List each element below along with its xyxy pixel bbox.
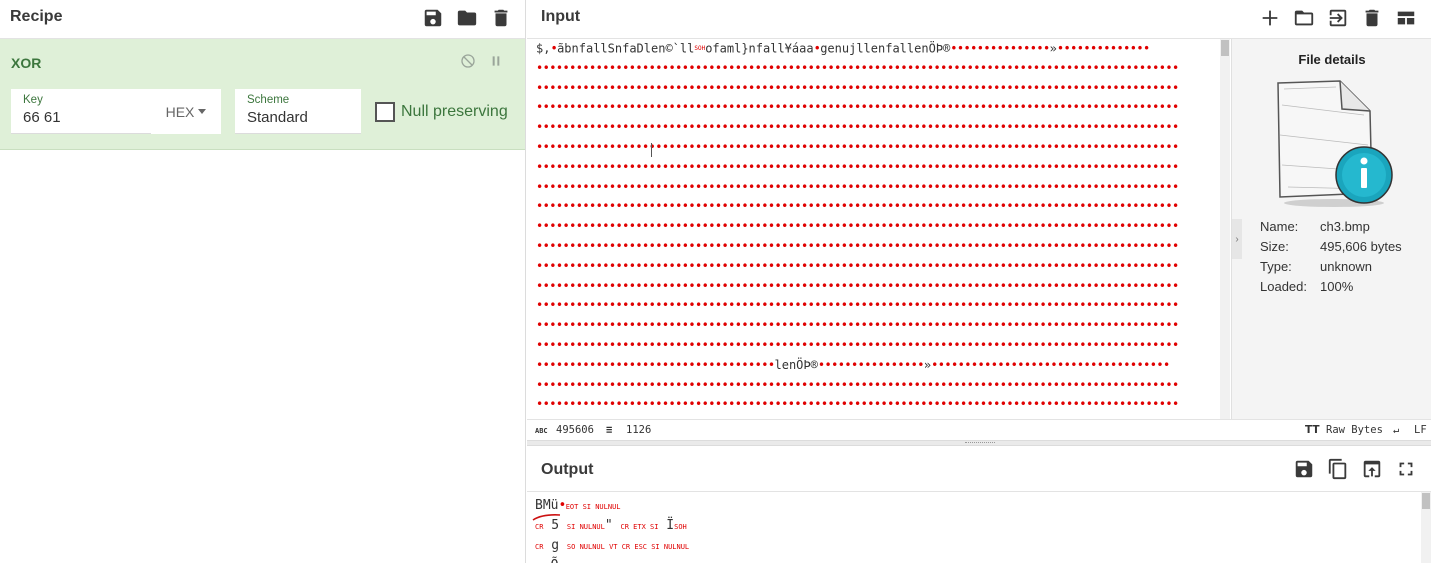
key-input[interactable]: 66 61: [23, 109, 61, 126]
key-label: Key: [23, 94, 43, 106]
file-loaded: 100%: [1320, 279, 1354, 294]
input-line: ••••••••••••••••••••••••••••••••••••••••…: [536, 318, 1179, 333]
resize-grip[interactable]: [965, 442, 995, 444]
input-line: ••••••••••••••••••••••••••••••••••••••••…: [536, 219, 1179, 234]
lines-icon: ≡: [606, 424, 613, 436]
caret-down-icon: [198, 109, 207, 114]
input-line: ••••••••••••••••••••••••••••••••••••••••…: [536, 100, 1179, 115]
input-line: ••••••••••••••••••••••••••••••••••••••••…: [536, 337, 1179, 352]
trash-icon[interactable]: [1360, 6, 1384, 30]
input-line: ••••••••••••••••••••••••••••••••••••••••…: [536, 199, 1179, 214]
input-line: $,•ãbnfallSnfaDlen©`llSOHofaml}nfall¥áaa…: [536, 41, 1150, 56]
input-line: ••••••••••••••••••••••••••••••••••••••••…: [536, 179, 1179, 194]
file-type-row: Type: unknown: [1260, 259, 1373, 274]
fullscreen-icon[interactable]: [1394, 457, 1418, 481]
collapse-chevron-icon[interactable]: ›: [1232, 219, 1242, 259]
plus-icon[interactable]: [1258, 6, 1282, 30]
trash-icon[interactable]: [489, 6, 513, 30]
input-line: ••••••••••••••••••••••••••••••••••••••••…: [536, 377, 1179, 392]
scheme-label: Scheme: [247, 94, 290, 106]
operation-title: XOR: [11, 55, 42, 71]
input-eol[interactable]: LF: [1414, 424, 1427, 436]
file-name-row: Name: ch3.bmp: [1260, 219, 1370, 234]
input-line: ••••••••••••••••••••••••••••••••••••••••…: [536, 278, 1179, 293]
pause-icon[interactable]: [487, 52, 505, 70]
input-lines: 1126: [626, 424, 652, 436]
recipe-title: Recipe: [10, 8, 63, 25]
annotation-underline: [532, 514, 561, 521]
xor-operation[interactable]: XOR Key 66 61 HEX Scheme Standard Null p…: [0, 39, 525, 150]
null-preserving-option[interactable]: Null preserving: [375, 102, 508, 122]
input-textarea[interactable]: $,•ãbnfallSnfaDlen©`llSOHofaml}nfall¥áaa…: [527, 39, 1230, 419]
key-format-dropdown[interactable]: HEX: [151, 89, 221, 134]
input-line: ••••••••••••••••••••••••••••••••••••••••…: [536, 120, 1179, 135]
input-line: ••••••••••••••••••••••••••••••••••••••••…: [536, 139, 1179, 154]
file-size-row: Size: 495,606 bytes: [1260, 239, 1402, 254]
cyberchef-app: Recipe XOR Key 66 61 HEX Scheme Standard…: [0, 0, 1431, 563]
disable-icon[interactable]: [459, 52, 477, 70]
text-cursor: [651, 143, 652, 157]
file-type: unknown: [1320, 259, 1373, 274]
output-toolbar: [1292, 457, 1418, 481]
save-icon[interactable]: [1292, 457, 1316, 481]
input-toolbar: [1258, 6, 1418, 30]
input-line: ••••••••••••••••••••••••••••••••••••••••…: [536, 80, 1179, 95]
output-header: Output: [527, 446, 1431, 492]
input-scrollbar-thumb[interactable]: [1221, 40, 1229, 56]
key-field[interactable]: Key 66 61: [11, 89, 151, 134]
input-encoding[interactable]: Raw Bytes: [1326, 424, 1383, 436]
output-scrollbar[interactable]: [1421, 492, 1431, 563]
key-format-label: HEX: [165, 103, 195, 120]
scheme-field[interactable]: Scheme Standard: [235, 89, 361, 134]
folder-icon[interactable]: [1292, 6, 1316, 30]
scheme-select[interactable]: Standard: [247, 109, 308, 126]
file-info-icon: [1277, 80, 1393, 207]
input-title: Input: [541, 8, 581, 25]
replace-input-icon[interactable]: [1360, 457, 1384, 481]
recipe-panel: Recipe XOR Key 66 61 HEX Scheme Standard…: [0, 0, 526, 563]
folder-icon[interactable]: [455, 6, 479, 30]
output-title: Output: [541, 461, 594, 478]
output-line: Õ: [535, 557, 1421, 563]
eol-icon: ↵: [1393, 424, 1400, 436]
input-length: 495606: [556, 424, 594, 436]
length-icon: ABC: [535, 427, 548, 435]
file-details-title: File details: [1298, 52, 1366, 67]
input-line: ••••••••••••••••••••••••••••••••••••••••…: [536, 238, 1179, 253]
input-line: ••••••••••••••••••••••••••••••••••••••••…: [536, 60, 1179, 75]
import-icon[interactable]: [1326, 6, 1350, 30]
file-loaded-row: Loaded: 100%: [1260, 279, 1354, 294]
copy-icon[interactable]: [1326, 457, 1350, 481]
output-line: BMü•EOT SI NULNUL: [535, 498, 621, 513]
recipe-header: Recipe: [0, 0, 525, 39]
input-scrollbar[interactable]: [1220, 39, 1230, 419]
null-preserving-label: Null preserving: [401, 103, 508, 120]
output-panel: Output BMü•EOT SI NULNUL CR 5 SI NULNUL"…: [527, 446, 1431, 563]
output-line: CR g SO NULNUL VT CR ESC SI NULNUL: [535, 538, 690, 553]
output-textarea[interactable]: BMü•EOT SI NULNUL CR 5 SI NULNUL" CR ETX…: [527, 492, 1421, 563]
file-size: 495,606 bytes: [1320, 239, 1402, 254]
input-line: ••••••••••••••••••••••••••••••••••••••••…: [536, 298, 1179, 313]
input-header: Input: [527, 0, 1431, 39]
input-line: ••••••••••••••••••••••••••••••••••••lenÖ…: [536, 357, 1170, 372]
save-icon[interactable]: [421, 6, 445, 30]
input-line: ••••••••••••••••••••••••••••••••••••••••…: [536, 159, 1179, 174]
input-status-bar: ABC 495606 ≡ 1126 TT Raw Bytes ↵ LF: [527, 419, 1431, 440]
input-panel: Input $,•ãbnfallSnfaDlen©`llSOHofaml}nfa…: [527, 0, 1431, 440]
file-details-pane: › File details Name: ch3.bmp Size: 495,606…: [1231, 39, 1431, 419]
file-name: ch3.bmp: [1320, 219, 1370, 234]
recipe-toolbar: [421, 6, 513, 30]
layout-icon[interactable]: [1394, 6, 1418, 30]
text-size-icon: TT: [1305, 424, 1320, 436]
input-line: ••••••••••••••••••••••••••••••••••••••••…: [536, 258, 1179, 273]
input-line: ••••••••••••••••••••••••••••••••••••••••…: [536, 397, 1179, 412]
output-scrollbar-thumb[interactable]: [1422, 493, 1430, 509]
output-line: CR 5 SI NULNUL" CR ETX SI ÏSOH: [535, 518, 687, 533]
null-preserving-checkbox[interactable]: [375, 102, 395, 122]
